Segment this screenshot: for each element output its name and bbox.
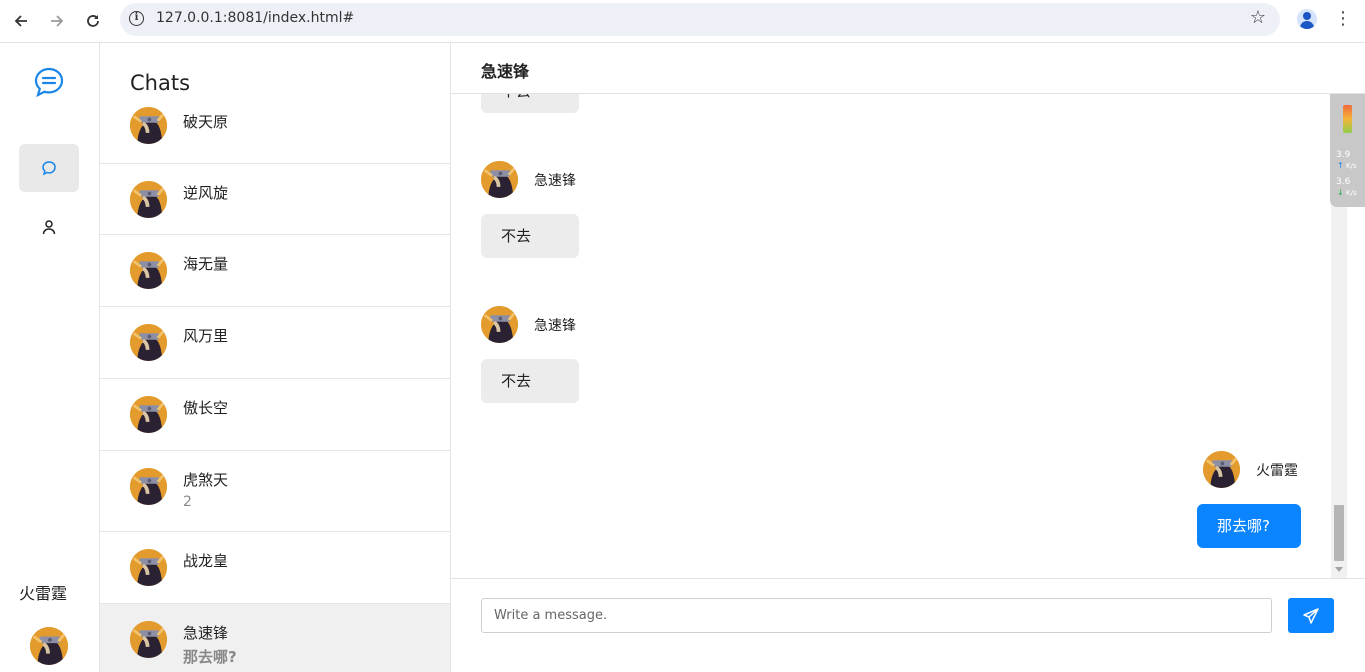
list-item[interactable]: 傲长空 (100, 379, 450, 451)
download-rate: 3.6 (1336, 177, 1351, 187)
sender-name: 急速锋 (534, 172, 576, 189)
upload-arrow-icon: ↑ (1337, 161, 1344, 170)
current-user-avatar[interactable] (30, 627, 68, 665)
url-text: 127.0.0.1:8081/index.html# (156, 10, 355, 26)
bookmark-star-icon[interactable]: ☆ (1250, 7, 1266, 28)
list-item[interactable]: 风万里 (100, 307, 450, 379)
address-bar[interactable]: i 127.0.0.1:8081/index.html# ☆ (120, 3, 1280, 36)
contact-avatar (130, 396, 167, 433)
self-avatar (1203, 451, 1240, 488)
contact-avatar (130, 181, 167, 218)
contact-name: 风万里 (183, 327, 229, 345)
profile-icon[interactable] (1297, 9, 1317, 29)
conversation-peer-name: 急速锋 (481, 62, 530, 81)
message-sender-self: 火雷霆 (1203, 451, 1298, 488)
nav-chats-button[interactable] (19, 144, 79, 192)
sender-avatar (481, 161, 518, 198)
contact-avatar (130, 468, 167, 505)
contact-avatar (130, 549, 167, 586)
self-name: 火雷霆 (1256, 462, 1298, 479)
contact-avatar (130, 252, 167, 289)
message-sender: 急速锋 (481, 161, 576, 198)
chat-list: 破天原 逆风旋 海无量 风万里 傲长空 虎煞天 2 战龙皇 急速锋 那去哪? (100, 95, 450, 672)
scroll-thumb[interactable] (1334, 505, 1344, 561)
nav-contacts-button[interactable] (19, 203, 79, 251)
incoming-message-bubble: 不去 (481, 359, 579, 403)
list-item[interactable]: 破天原 (100, 95, 450, 164)
message-sender: 急速锋 (481, 306, 576, 343)
sender-name: 急速锋 (534, 317, 576, 334)
incoming-message-bubble: 不去 (481, 214, 579, 258)
message-composer (451, 578, 1365, 672)
contact-avatar (130, 107, 167, 144)
speed-gauge (1343, 105, 1352, 133)
download-arrow-icon: ↓ (1337, 188, 1344, 197)
contact-name: 虎煞天 (183, 471, 229, 489)
reload-icon[interactable] (81, 9, 105, 33)
send-icon (1303, 607, 1319, 624)
chat-list-panel: Chats 破天原 逆风旋 海无量 风万里 傲长空 虎煞天 2 战龙皇 急速锋 … (100, 43, 451, 672)
contact-avatar (130, 621, 167, 658)
contact-name: 海无量 (183, 255, 229, 273)
forward-arrow-icon[interactable] (45, 9, 69, 33)
browser-menu-icon[interactable]: ⋮ (1334, 9, 1352, 29)
back-arrow-icon[interactable] (9, 9, 33, 33)
chat-list-title: Chats (130, 71, 191, 95)
contact-name: 急速锋 (183, 624, 229, 642)
current-user-name: 火雷霆 (19, 584, 68, 603)
list-item[interactable]: 逆风旋 (100, 164, 450, 235)
message-input[interactable] (481, 598, 1272, 633)
list-item[interactable]: 战龙皇 (100, 532, 450, 604)
scroll-down-arrow-icon[interactable] (1335, 567, 1343, 572)
browser-toolbar: i 127.0.0.1:8081/index.html# ☆ ⋮ (0, 0, 1365, 43)
contact-name: 傲长空 (183, 399, 229, 417)
upload-rate: 3.9 (1336, 150, 1351, 160)
contact-name: 战龙皇 (183, 552, 229, 570)
contact-avatar (130, 324, 167, 361)
conversation-header: 急速锋 (451, 43, 1365, 94)
upload-unit: K/s (1346, 162, 1357, 170)
conversation-panel: 急速锋 不去 急速锋 不去 急速锋 不去 火雷霆 那去哪? (451, 43, 1365, 672)
list-item[interactable]: 虎煞天 2 (100, 451, 450, 532)
send-button[interactable] (1288, 598, 1334, 633)
contact-name: 破天原 (183, 113, 229, 131)
list-item[interactable]: 海无量 (100, 235, 450, 307)
chat-bubble-icon (42, 161, 56, 176)
sender-avatar (481, 306, 518, 343)
user-icon (42, 220, 56, 235)
unread-count: 2 (183, 494, 192, 510)
message-list: 不去 急速锋 不去 急速锋 不去 火雷霆 那去哪? (451, 94, 1331, 579)
left-rail: 火雷霆 (0, 43, 100, 672)
last-message-preview: 那去哪? (183, 648, 237, 666)
list-item-active[interactable]: 急速锋 那去哪? (100, 604, 450, 672)
contact-name: 逆风旋 (183, 184, 229, 202)
chat-logo-icon (33, 66, 65, 98)
site-info-icon[interactable]: i (129, 11, 144, 26)
outgoing-message-bubble: 那去哪? (1197, 504, 1301, 548)
download-unit: K/s (1346, 189, 1357, 197)
incoming-message-bubble: 不去 (481, 94, 579, 113)
